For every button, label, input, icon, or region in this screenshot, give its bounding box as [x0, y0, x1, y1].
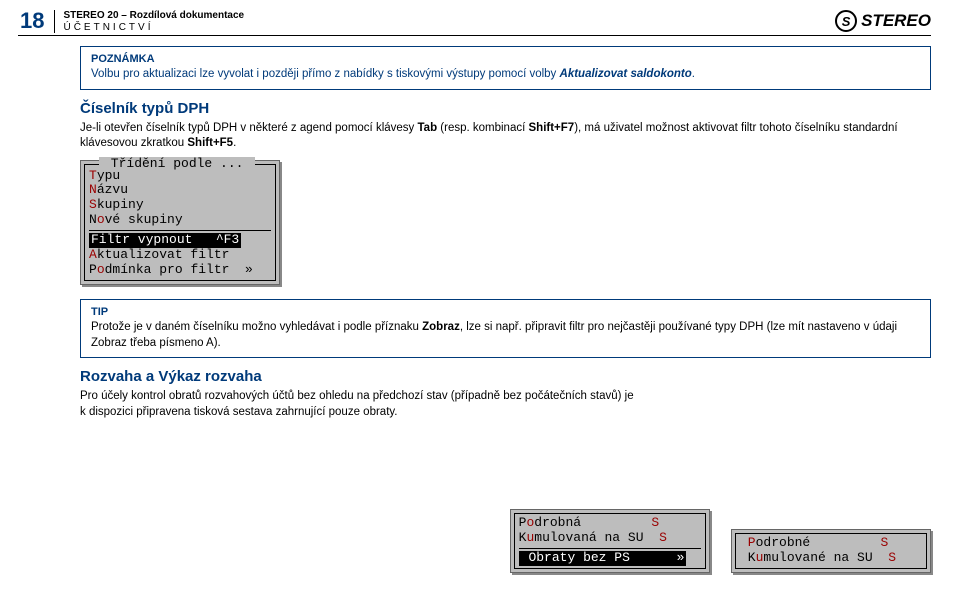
note-title: POZNÁMKA	[91, 53, 920, 65]
dos1-r7c: dmínka pro filtr »	[105, 262, 253, 277]
tip-pre: Protože je v daném číselníku možno vyhle…	[91, 321, 422, 333]
dos2-b3r2d: S	[888, 550, 896, 565]
section2-heading: Rozvaha a Výkaz rozvaha	[80, 368, 931, 385]
s1-key3: Shift+F5	[187, 137, 233, 149]
s1-key1: Tab	[418, 122, 438, 134]
tip-b: Zobraz	[422, 321, 460, 333]
note-text-em: Aktualizovat saldokonto	[560, 68, 692, 80]
note-text-post: .	[692, 68, 695, 80]
s1-post: .	[233, 137, 236, 149]
dos1-r2a: N	[89, 182, 97, 197]
doc-title: STEREO 20 – Rozdílová dokumentace	[63, 10, 244, 22]
dos1-r2b: ázvu	[97, 182, 128, 197]
dos1-r6a: A	[89, 247, 97, 262]
dos1-r4b: o	[97, 212, 105, 227]
dos1-r7b: o	[97, 262, 105, 277]
dos2-b1r1d: S	[651, 515, 659, 530]
dos-menu-2: Podrobná S Kumulovaná na SU S Obraty bez…	[510, 509, 931, 577]
dos1-legend: Třídění podle ...	[99, 157, 255, 172]
dos-menu-1: Třídění podle ... Typu Názvu Skupiny Nov…	[80, 160, 280, 286]
dos2-b3r1b: odrobné	[756, 535, 881, 550]
dos1-r3b: kupiny	[97, 197, 144, 212]
dos2-b1r2d: S	[659, 530, 667, 545]
dos2-b3r2a: K	[740, 550, 756, 565]
note-text: Volbu pro aktualizaci lze vyvolat i pozd…	[91, 67, 920, 83]
section1-heading: Číselník typů DPH	[80, 100, 931, 117]
dos2-b3r1a: P	[740, 535, 756, 550]
s1-pre: Je-li otevřen číselník typů DPH v někter…	[80, 122, 418, 134]
page-header: 18 STEREO 20 – Rozdílová dokumentace ÚČE…	[18, 10, 931, 36]
dos1-r3a: S	[89, 197, 97, 212]
doc-subtitle: ÚČETNICTVÍ	[63, 22, 244, 34]
header-title-block: STEREO 20 – Rozdílová dokumentace ÚČETNI…	[54, 10, 244, 33]
s1-key2: Shift+F7	[529, 122, 575, 134]
tip-title: TIP	[91, 306, 920, 318]
dos1-r7a: P	[89, 262, 97, 277]
dos2-b2: Obraty bez PS »	[519, 551, 687, 566]
page-number: 18	[18, 10, 44, 32]
dos2-b3r1c: S	[880, 535, 888, 550]
dos2-b3r2c: mulované na SU	[763, 550, 888, 565]
brand-logo: S STEREO	[835, 10, 931, 32]
tip-box: TIP Protože je v daném číselníku možno v…	[80, 299, 931, 358]
dos1-r5: Filtr vypnout ^F3	[89, 233, 241, 248]
s1-mid1: (resp. kombinací	[437, 122, 528, 134]
dos1-r1a: T	[89, 168, 97, 183]
section2-para: Pro účely kontrol obratů rozvahových účt…	[80, 389, 640, 420]
dos1-r6b: ktualizovat filtr	[97, 247, 230, 262]
note-box: POZNÁMKA Volbu pro aktualizaci lze vyvol…	[80, 46, 931, 90]
dos1-r4c: vé skupiny	[105, 212, 183, 227]
note-text-pre: Volbu pro aktualizaci lze vyvolat i pozd…	[91, 68, 560, 80]
dos2-b1r2c: mulovaná na SU	[534, 530, 659, 545]
dos2-b1r1c: drobná	[534, 515, 651, 530]
dos1-r4a: N	[89, 212, 97, 227]
section1-para: Je-li otevřen číselník typů DPH v někter…	[80, 121, 931, 152]
tip-text: Protože je v daném číselníku možno vyhle…	[91, 320, 920, 351]
logo-icon: S	[835, 10, 857, 32]
logo-text: STEREO	[861, 11, 931, 31]
